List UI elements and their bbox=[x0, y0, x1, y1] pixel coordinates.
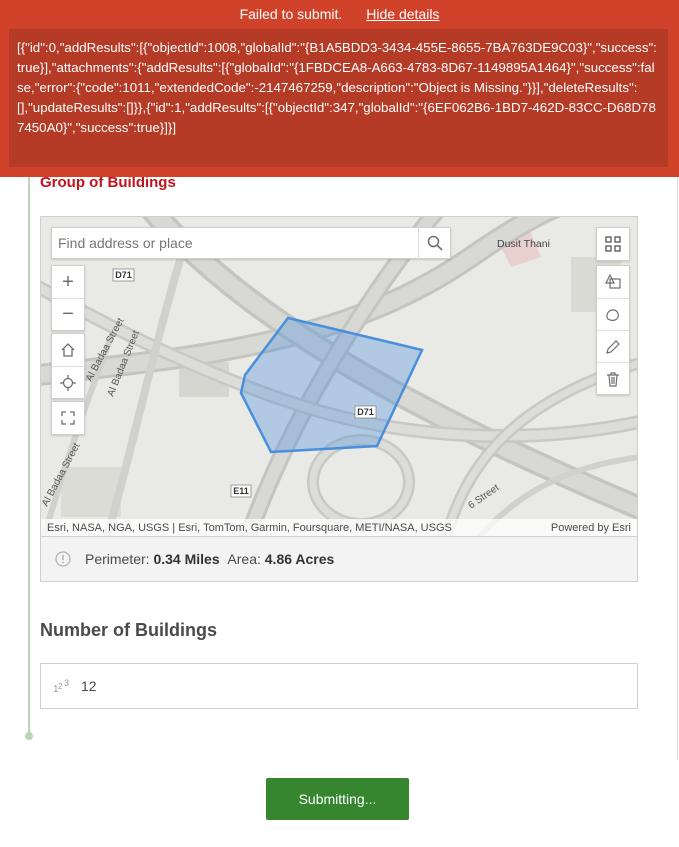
locate-button[interactable] bbox=[52, 366, 84, 398]
number-of-buildings-field[interactable]: 1 2 3 12 bbox=[40, 663, 638, 709]
svg-text:3: 3 bbox=[64, 678, 69, 688]
error-banner: Failed to submit. Hide details [{"id":0,… bbox=[0, 0, 679, 177]
form-rail bbox=[28, 160, 30, 736]
map-search-button[interactable] bbox=[418, 227, 450, 259]
home-icon bbox=[61, 343, 75, 357]
area-label: Area: bbox=[227, 551, 261, 567]
select-feature-button[interactable] bbox=[597, 266, 629, 298]
basemap-tool bbox=[596, 227, 630, 261]
banner-message: Failed to submit. bbox=[239, 5, 343, 22]
locate-icon bbox=[60, 374, 76, 391]
map-attribution: Esri, NASA, NGA, USGS | Esri, TomTom, Ga… bbox=[41, 519, 637, 536]
qr-grid-icon bbox=[605, 236, 621, 252]
pencil-icon bbox=[606, 339, 620, 354]
page-edge bbox=[677, 160, 678, 760]
attribution-text: Esri, NASA, NGA, USGS | Esri, TomTom, Ga… bbox=[47, 521, 452, 534]
map-search bbox=[51, 227, 451, 259]
form-rail-end bbox=[25, 732, 33, 740]
powered-by-esri[interactable]: Powered by Esri bbox=[551, 522, 631, 534]
lasso-icon bbox=[606, 308, 619, 321]
area-value: 4.86 Acres bbox=[264, 551, 335, 567]
home-button[interactable] bbox=[52, 334, 84, 366]
trash-icon bbox=[607, 371, 619, 387]
sketch-tools bbox=[596, 265, 630, 395]
nav-controls bbox=[51, 333, 85, 399]
map-search-input[interactable] bbox=[52, 228, 418, 258]
zoom-out-button[interactable]: − bbox=[52, 298, 84, 330]
submit-button[interactable]: Submitting... bbox=[266, 778, 409, 820]
perimeter-value: 0.34 Miles bbox=[153, 551, 220, 567]
fullscreen-control bbox=[51, 401, 85, 435]
map-view[interactable]: D71 D71 E11 Dusit Thani Al Badaa Street … bbox=[40, 216, 638, 536]
freehand-polygon-button[interactable] bbox=[597, 298, 629, 330]
svg-text:2: 2 bbox=[58, 682, 63, 691]
map-label-d71-a: D71 bbox=[115, 270, 132, 280]
draw-button[interactable] bbox=[597, 330, 629, 362]
number-of-buildings-value: 12 bbox=[81, 678, 97, 694]
map-label-d71-b: D71 bbox=[357, 407, 374, 417]
number-type-icon: 1 2 3 bbox=[53, 678, 69, 694]
fullscreen-button[interactable] bbox=[52, 402, 84, 434]
map-label-poi: Dusit Thani bbox=[497, 238, 550, 250]
info-icon bbox=[55, 551, 71, 567]
hide-details-link[interactable]: Hide details bbox=[366, 6, 439, 22]
search-icon bbox=[427, 235, 443, 251]
perimeter-label: Perimeter: bbox=[85, 551, 150, 567]
map-label-e11: E11 bbox=[233, 486, 249, 496]
error-details: [{"id":0,"addResults":[{"objectId":1008,… bbox=[9, 29, 668, 167]
basemap: D71 D71 E11 Dusit Thani Al Badaa Street … bbox=[41, 217, 637, 536]
zoom-in-button[interactable]: + bbox=[52, 266, 84, 298]
measurement-bar: Perimeter: 0.34 Miles Area: 4.86 Acres bbox=[40, 536, 638, 582]
shapes-icon bbox=[605, 274, 621, 289]
delete-button[interactable] bbox=[597, 362, 629, 394]
basemap-gallery-button[interactable] bbox=[597, 228, 629, 260]
banner-header: Failed to submit. Hide details bbox=[0, 0, 679, 27]
question-label-number-of-buildings: Number of Buildings bbox=[40, 620, 217, 640]
zoom-controls: + − bbox=[51, 265, 85, 331]
fullscreen-icon bbox=[61, 411, 75, 425]
